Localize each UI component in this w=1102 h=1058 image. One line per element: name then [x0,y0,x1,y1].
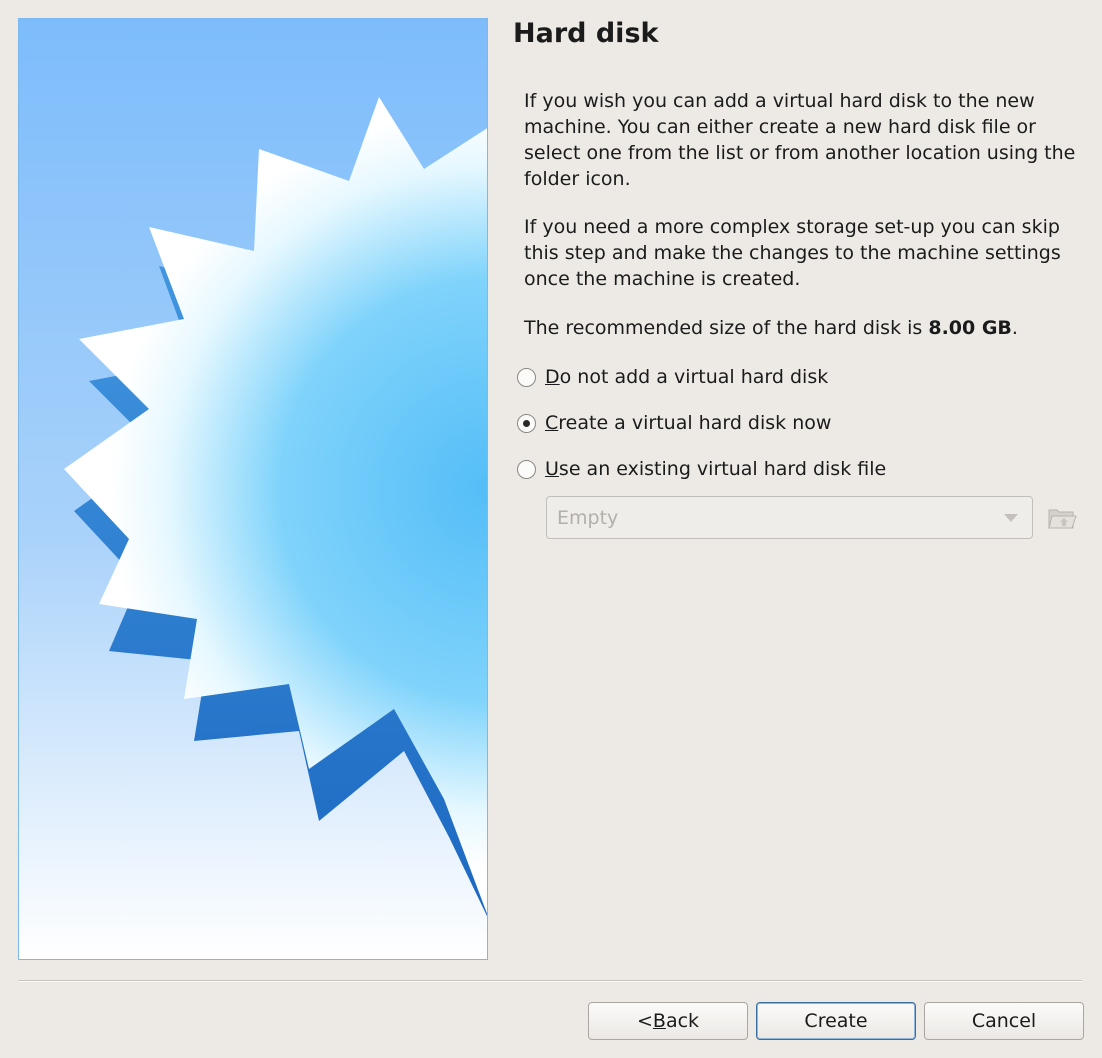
option-existing-disk[interactable]: Use an existing virtual hard disk file [517,456,886,482]
create-button[interactable]: Create [756,1002,916,1040]
chevron-down-icon [1004,514,1018,522]
description-paragraph-1: If you wish you can add a virtual hard d… [524,90,1076,190]
starburst-graphic [64,97,487,917]
recommended-size-suffix: . [1011,317,1018,339]
option-existing-disk-label: Use an existing virtual hard disk file [545,458,887,480]
radio-no-disk[interactable] [517,367,536,387]
description-paragraph-2: If you need a more complex storage set-u… [524,216,1061,290]
option-create-disk-label: Create a virtual hard disk now [545,412,832,434]
back-button[interactable]: < Back [588,1002,748,1040]
recommended-size-prefix: The recommended size of the hard disk is [524,317,929,339]
option-no-disk[interactable]: Do not add a virtual hard disk [517,364,828,390]
radio-create-disk[interactable] [517,413,536,433]
recommended-size-text: The recommended size of the hard disk is… [524,315,1084,341]
page-title: Hard disk [513,18,659,49]
cancel-button[interactable]: Cancel [924,1002,1084,1040]
recommended-size-value: 8.00 GB [928,317,1012,339]
option-no-disk-label: Do not add a virtual hard disk [545,366,829,388]
disk-file-select-value: Empty [557,506,619,529]
button-separator [18,980,1082,982]
choose-disk-file-button[interactable] [1046,504,1078,532]
radio-existing-disk[interactable] [517,459,536,479]
option-create-disk[interactable]: Create a virtual hard disk now [517,410,831,436]
wizard-banner-image [18,18,488,960]
folder-open-icon [1048,509,1077,529]
disk-file-select[interactable]: Empty [546,496,1033,539]
